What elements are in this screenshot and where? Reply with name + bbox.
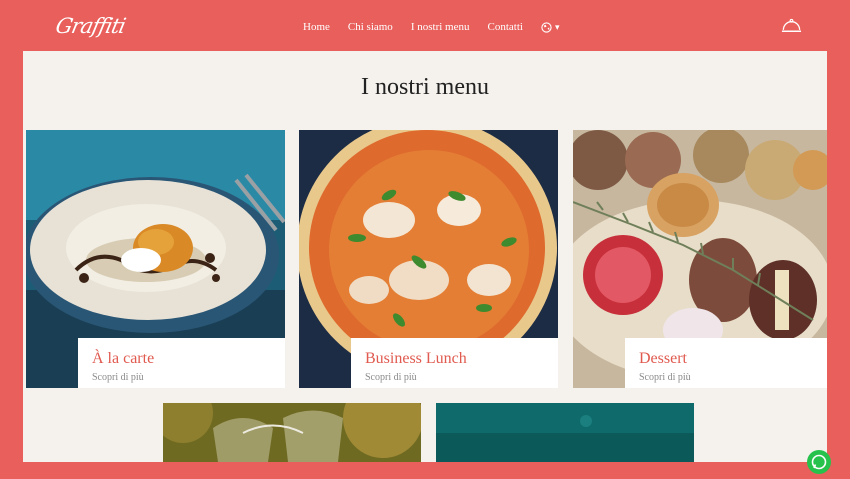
card-link[interactable]: Scopri di più (365, 372, 417, 383)
globe-icon (541, 21, 552, 33)
whatsapp-button[interactable] (807, 450, 831, 474)
nav-link-menu[interactable]: I nostri menu (411, 21, 470, 33)
chevron-down-icon: ▾ (554, 21, 560, 32)
main-nav: Home Chi siamo I nostri menu Contatti ▾ (303, 21, 559, 33)
nav-link-chi-siamo[interactable]: Chi siamo (348, 21, 393, 33)
cloche-icon[interactable] (781, 18, 802, 34)
menu-card-wine[interactable] (163, 403, 421, 462)
page-title: I nostri menu (361, 74, 489, 100)
language-selector[interactable]: ▾ (541, 21, 560, 33)
card-label: À la carte Scopri di più (78, 338, 285, 388)
card-label: Dessert Scopri di più (625, 338, 827, 388)
wine-photo (163, 403, 421, 462)
top-navigation-bar: Graffiti Home Chi siamo I nostri menu Co… (0, 0, 850, 51)
card-link[interactable]: Scopri di più (92, 372, 144, 383)
whatsapp-icon (811, 454, 827, 470)
drinks-photo (436, 403, 694, 462)
nav-link-home[interactable]: Home (303, 21, 330, 33)
card-title: À la carte (92, 350, 155, 367)
menu-card-a-la-carte[interactable]: À la carte Scopri di più (26, 130, 285, 388)
menu-card-dessert[interactable]: Dessert Scopri di più (573, 130, 827, 388)
nav-link-contatti[interactable]: Contatti (487, 21, 522, 33)
card-title: Dessert (639, 350, 687, 367)
card-title: Business Lunch (365, 350, 467, 367)
card-link[interactable]: Scopri di più (639, 372, 691, 383)
brand-logo[interactable]: Graffiti (53, 14, 127, 38)
card-label: Business Lunch Scopri di più (351, 338, 558, 388)
menu-card-drinks[interactable] (436, 403, 694, 462)
menu-card-business-lunch[interactable]: Business Lunch Scopri di più (299, 130, 558, 388)
